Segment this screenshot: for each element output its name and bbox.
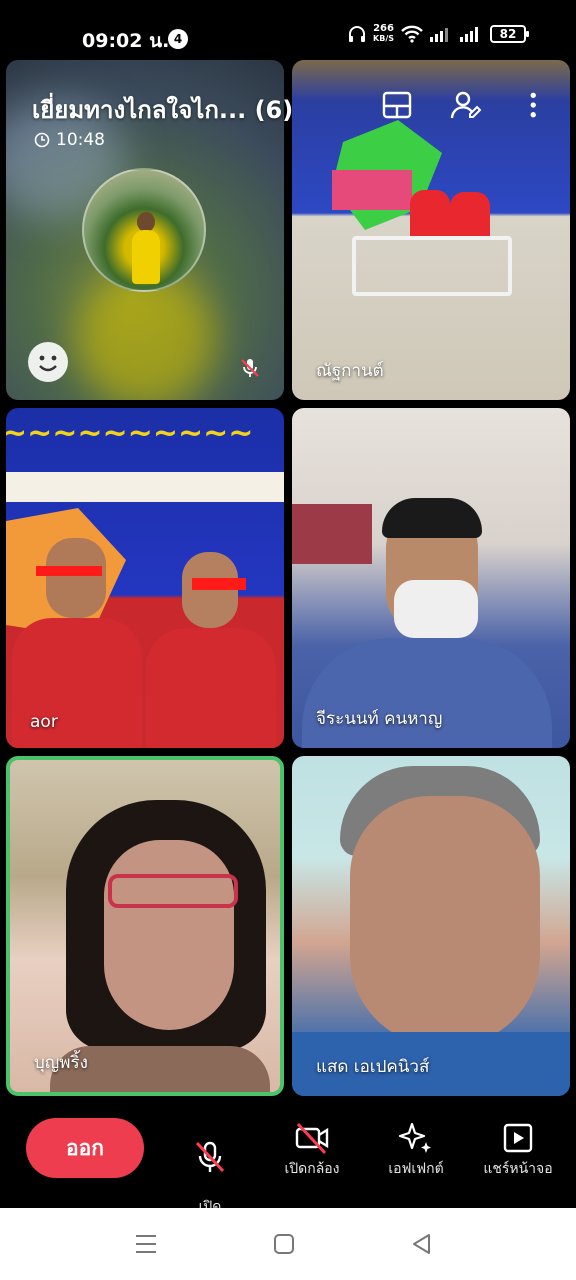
redaction-bar (36, 566, 102, 576)
meeting-title: เยี่ยมทางไกลใจไก... (6) (32, 96, 294, 124)
banner-stripe (6, 472, 284, 502)
avatar-head (137, 212, 155, 232)
home-icon[interactable] (270, 1230, 298, 1258)
participant-tile-3[interactable]: ~~~~~~~~~~ aor (6, 408, 284, 748)
camera-off-icon (295, 1122, 329, 1155)
face-mask (394, 580, 478, 638)
meeting-elapsed: 10:48 (56, 130, 105, 150)
participant-name: จีระนนท์ คนหาญ (316, 709, 443, 729)
participant-name: aor (30, 712, 58, 732)
camera-toggle-button[interactable]: เปิดกล้อง (264, 1120, 360, 1179)
camera-toggle-label: เปิดกล้อง (284, 1161, 340, 1177)
participant-tile-6[interactable]: แสด เอเปคนิวส์ (292, 756, 570, 1096)
banner-decoration: ~~~~~~~~~~ (6, 416, 254, 451)
signal-icon (430, 28, 448, 42)
share-screen-label: แชร์หน้าจอ (483, 1161, 553, 1177)
leave-button[interactable]: ออก (26, 1118, 144, 1178)
sparkle-icon (398, 1122, 431, 1153)
face (104, 840, 234, 1030)
add-participant-icon[interactable] (448, 88, 482, 122)
participant-name: แสด เอเปคนิวส์ (316, 1057, 430, 1077)
person (450, 192, 490, 240)
signal-icon-2 (460, 27, 478, 42)
participant-name: บุญพริ้ง (34, 1053, 88, 1073)
share-screen-icon (503, 1123, 533, 1153)
notification-badge: 4 (168, 29, 188, 49)
back-icon[interactable] (408, 1230, 436, 1258)
clock: 09:02 น. (82, 30, 170, 52)
battery-indicator: 82 (490, 25, 529, 43)
map-shape (332, 170, 412, 210)
face (46, 538, 106, 618)
participant-name: ณัฐกานต์ (316, 361, 384, 381)
layout-grid-icon[interactable] (380, 88, 414, 122)
table (352, 236, 512, 296)
participant-tile-5[interactable]: บุญพริ้ง (6, 756, 284, 1096)
more-vertical-icon[interactable] (520, 88, 550, 122)
effects-label: เอฟเฟกต์ (388, 1161, 444, 1177)
network-speed: 266 KB/S (373, 24, 394, 44)
wifi-icon (401, 25, 423, 43)
wall-panel (292, 504, 372, 564)
participant-tile-4[interactable]: จีระนนท์ คนหาญ (292, 408, 570, 748)
avatar (82, 168, 206, 292)
face (350, 796, 540, 1046)
face (182, 552, 238, 628)
call-controls: ออก เปิด ไมโครโฟน เปิดกล้อง เอฟเฟกต์ แชร… (0, 1100, 576, 1234)
headphones-icon (349, 26, 366, 42)
avatar-body (132, 230, 160, 284)
status-icons: 266 KB/S 82 (347, 24, 529, 44)
share-screen-button[interactable]: แชร์หน้าจอ (470, 1120, 566, 1179)
net-speed-value: 266 (373, 23, 394, 34)
status-bar: 09:02 น. 4 266 KB/S 82 (0, 0, 576, 58)
person (146, 628, 276, 748)
hair (382, 498, 482, 538)
net-speed-unit: KB/S (373, 34, 394, 43)
system-nav-bar (0, 1208, 576, 1280)
mic-off-icon (195, 1141, 225, 1173)
clock-icon (34, 132, 50, 148)
meeting-timer: 10:48 (34, 130, 105, 150)
recent-apps-icon[interactable] (132, 1230, 160, 1258)
smile-icon[interactable] (28, 342, 68, 382)
effects-button[interactable]: เอฟเฟกต์ (368, 1120, 464, 1179)
person (410, 190, 450, 240)
mic-off-icon (241, 359, 259, 377)
glasses (108, 874, 238, 908)
redaction-bar (192, 578, 246, 590)
